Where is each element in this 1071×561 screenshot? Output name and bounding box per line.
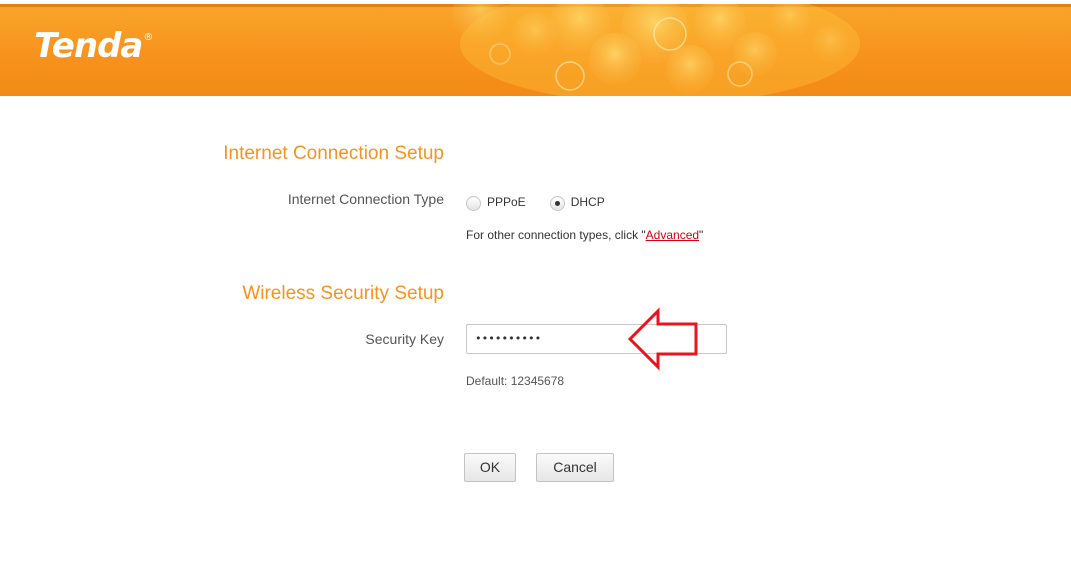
radio-pppoe[interactable]: PPPoE — [466, 193, 526, 211]
radio-pppoe-circle[interactable] — [466, 196, 481, 211]
header-banner: Tenda® — [0, 4, 1071, 96]
cancel-button[interactable]: Cancel — [536, 453, 614, 482]
default-key-text: Default: 12345678 — [466, 374, 565, 388]
radio-pppoe-label: PPPoE — [487, 195, 526, 209]
radio-dhcp-label: DHCP — [570, 195, 605, 209]
connection-type-label: Internet Connection Type — [287, 191, 444, 207]
connection-type-radio-group: PPPoE DHCP — [466, 193, 629, 211]
internet-setup-title: Internet Connection Setup — [223, 143, 444, 164]
advanced-link[interactable]: Advanced — [646, 228, 699, 242]
radio-dhcp-circle[interactable] — [549, 196, 565, 211]
radio-dhcp[interactable]: DHCP — [549, 193, 605, 211]
ok-button[interactable]: OK — [464, 453, 516, 482]
red-arrow-icon — [627, 307, 698, 371]
security-key-label: Security Key — [365, 331, 444, 347]
other-types-hint: For other connection types, click "Advan… — [466, 228, 704, 242]
tenda-logo: Tenda® — [34, 26, 153, 66]
wireless-setup-title: Wireless Security Setup — [242, 283, 444, 304]
bubbles-decoration — [452, 4, 860, 96]
